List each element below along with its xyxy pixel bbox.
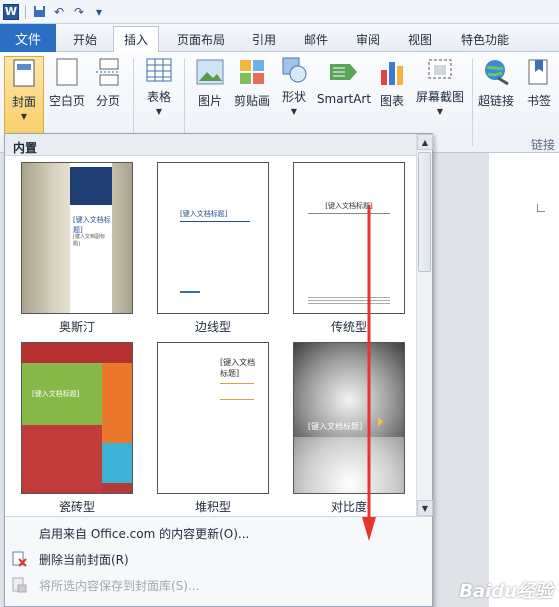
cover-subtitle: [键入文档副标题] — [73, 234, 105, 247]
scroll-thumb[interactable] — [418, 152, 431, 272]
bookmark-icon — [524, 56, 554, 88]
clip-art-icon — [237, 56, 267, 88]
screenshot-button[interactable]: 屏幕截图 ▼ — [412, 56, 468, 116]
save-to-gallery-icon — [5, 577, 33, 593]
shapes-icon — [279, 56, 309, 84]
rule — [180, 291, 200, 293]
smartart-icon — [329, 56, 359, 88]
table-button[interactable]: 表格 ▼ — [140, 56, 178, 116]
chart-button[interactable]: 图表 — [376, 56, 408, 116]
margin-mark — [537, 204, 545, 212]
page-break-icon — [93, 56, 123, 88]
tile — [102, 443, 132, 483]
tab-mailings[interactable]: 邮件 — [296, 26, 336, 52]
cover-title: [键入文档标题] — [220, 358, 256, 378]
document-page[interactable] — [489, 153, 559, 607]
screenshot-icon — [425, 56, 455, 84]
picture-button[interactable]: 图片 — [190, 56, 230, 116]
shapes-button[interactable]: 形状 ▼ — [277, 56, 311, 116]
cover-title: [键入文档标题] — [325, 202, 373, 210]
chevron-down-icon: ▼ — [155, 107, 163, 116]
scroll-down-icon[interactable]: ▼ — [417, 500, 433, 516]
chevron-down-icon: ▼ — [20, 112, 28, 121]
clip-art-button[interactable]: 剪贴画 — [232, 56, 272, 116]
body-lines — [308, 297, 390, 305]
divider — [472, 58, 473, 146]
cover-caption: 瓷砖型 — [58, 500, 95, 514]
tab-review[interactable]: 审阅 — [348, 26, 388, 52]
table-icon — [144, 56, 174, 84]
group-label-links: 链接 — [531, 138, 556, 152]
tile — [22, 425, 102, 493]
cover-title: [键入文档标题] — [180, 210, 228, 218]
hyperlink-icon — [481, 56, 511, 88]
gallery-header: 内置 — [5, 134, 432, 156]
menu-item-save-selection: 将所选内容保存到封面库(S)... — [5, 573, 432, 597]
tab-file[interactable]: 文件 — [0, 24, 56, 52]
chevron-down-icon: ▼ — [436, 107, 444, 116]
hyperlink-button[interactable]: 超链接 — [476, 56, 516, 116]
bookmark-button[interactable]: 书签 — [522, 56, 556, 116]
rule — [180, 221, 250, 222]
picture-icon — [195, 56, 225, 88]
cover-austin[interactable]: [键入文档标题] [键入文档副标题] — [21, 162, 133, 314]
undo-icon[interactable]: ↶ — [52, 5, 66, 19]
cover-caption: 对比度 — [330, 500, 367, 514]
watermark: Baidu经验 — [459, 581, 553, 602]
tab-home[interactable]: 开始 — [62, 26, 108, 52]
cover-contrast[interactable]: [键入文档标题] — [293, 342, 405, 494]
cover-title: [键入文档标题] — [32, 390, 80, 398]
rule — [308, 213, 390, 214]
tile — [102, 483, 132, 493]
menu-item-remove-cover[interactable]: 删除当前封面(R) — [5, 547, 432, 571]
cover-banner — [70, 167, 112, 205]
tab-page-layout[interactable]: 页面布局 — [170, 26, 232, 52]
quick-access-toolbar: W ↶ ↷ ▾ — [0, 0, 559, 24]
cover-caption: 边线型 — [194, 320, 231, 334]
chevron-down-icon: ▼ — [290, 107, 298, 116]
tab-view[interactable]: 视图 — [400, 26, 440, 52]
remove-cover-icon — [5, 551, 33, 567]
page-break-button[interactable]: 分页 — [90, 56, 126, 116]
tab-references[interactable]: 引用 — [244, 26, 284, 52]
chevron-right-icon — [378, 417, 383, 427]
cover-gradient — [294, 437, 404, 493]
smartart-button[interactable]: SmartArt — [316, 56, 372, 116]
redo-icon[interactable]: ↷ — [72, 5, 86, 19]
cover-gallery-grid: [键入文档标题] [键入文档副标题] 奥斯汀 [键入文档标题] 边线型 [键入文… — [5, 156, 415, 516]
cover-page-icon — [9, 57, 39, 89]
annotation-arrow — [362, 205, 376, 541]
rule — [220, 399, 254, 400]
tab-insert[interactable]: 插入 — [113, 26, 159, 52]
divider — [25, 4, 26, 19]
customize-icon[interactable]: ▾ — [92, 5, 106, 19]
cover-sideline[interactable]: [键入文档标题] — [157, 162, 269, 314]
blank-page-icon — [52, 56, 82, 88]
rule — [220, 383, 254, 384]
ribbon-tabs: 文件 开始 插入 页面布局 引用 邮件 审阅 视图 特色功能 — [0, 24, 559, 52]
cover-page-button[interactable]: 封面 ▼ — [4, 56, 44, 134]
cover-caption: 奥斯汀 — [58, 320, 95, 334]
blank-page-button[interactable]: 空白页 — [46, 56, 88, 116]
chart-icon — [377, 56, 407, 88]
cover-stacks[interactable]: [键入文档标题] — [157, 342, 269, 494]
gallery-scrollbar[interactable]: ▲ ▼ — [416, 134, 433, 516]
cover-caption: 传统型 — [330, 320, 367, 334]
save-icon[interactable] — [32, 5, 46, 19]
tab-features[interactable]: 特色功能 — [452, 26, 518, 52]
cover-caption: 堆积型 — [194, 500, 231, 514]
cover-traditional[interactable]: [键入文档标题] — [293, 162, 405, 314]
cover-mosaic[interactable]: [键入文档标题] — [21, 342, 133, 494]
scroll-up-icon[interactable]: ▲ — [417, 134, 433, 150]
tile — [102, 363, 132, 443]
tile — [22, 343, 132, 363]
cover-title: [键入文档标题] — [73, 216, 111, 234]
word-app-icon[interactable]: W — [3, 3, 19, 20]
